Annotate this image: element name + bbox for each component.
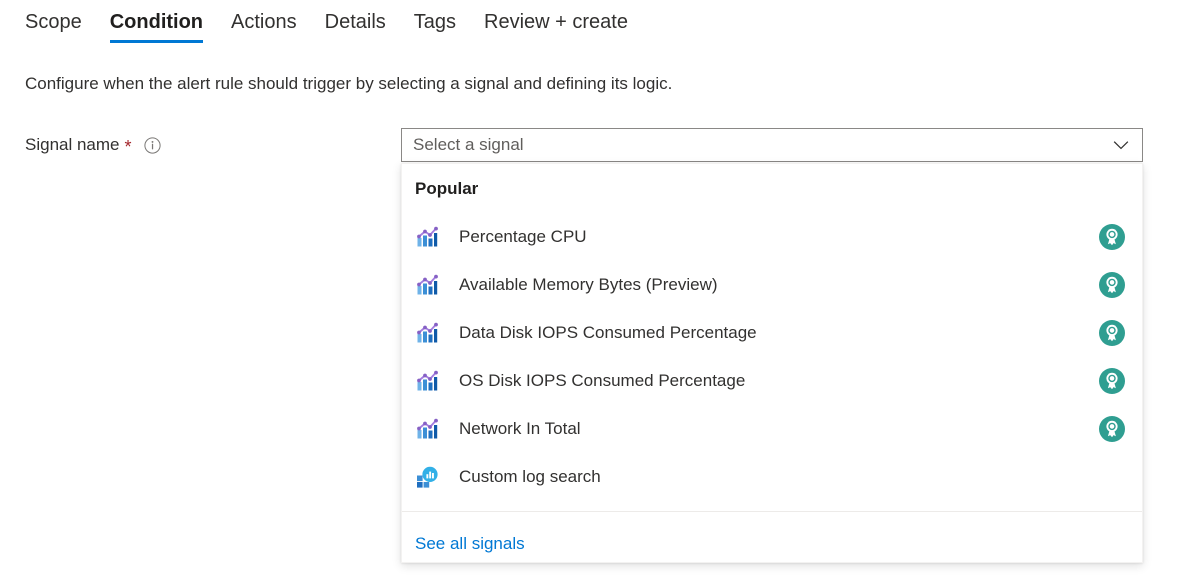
metric-chart-icon — [415, 369, 439, 393]
tab-label: Condition — [109, 11, 204, 33]
list-item[interactable]: Data Disk IOPS Consumed Percentage — [402, 309, 1142, 357]
tab-label: Tags — [413, 11, 457, 33]
list-item-label: Percentage CPU — [459, 227, 587, 246]
popular-award-badge-icon — [1099, 224, 1125, 250]
tab-scope[interactable]: Scope — [25, 0, 96, 47]
list-item-label: Available Memory Bytes (Preview) — [459, 275, 718, 294]
popular-award-badge-icon — [1099, 416, 1125, 442]
page-description: Configure when the alert rule should tri… — [25, 74, 673, 93]
tab-actions[interactable]: Actions — [217, 0, 311, 47]
metric-chart-icon — [415, 417, 439, 441]
metric-chart-icon — [415, 321, 439, 345]
see-all-signals-link[interactable]: See all signals — [402, 512, 525, 556]
tab-label: Actions — [231, 11, 297, 33]
tab-label: Details — [324, 11, 386, 33]
dropdown-group-header: Popular — [415, 179, 479, 198]
tab-label: Review + create — [484, 11, 628, 33]
tab-review-create[interactable]: Review + create — [470, 0, 642, 47]
signal-dropdown-panel: Popular Percentage CPU Available Memory … — [401, 163, 1143, 563]
list-item-label: Custom log search — [459, 467, 601, 486]
field-label-text: Signal name — [25, 135, 120, 154]
list-item[interactable]: Available Memory Bytes (Preview) — [402, 261, 1142, 309]
chevron-down-icon[interactable] — [1100, 129, 1142, 161]
list-item-label: Network In Total — [459, 419, 581, 438]
signal-name-label: Signal name * — [25, 133, 161, 157]
metric-chart-icon — [415, 273, 439, 297]
list-item[interactable]: Percentage CPU — [402, 213, 1142, 261]
log-search-icon — [415, 465, 439, 489]
list-item-label: Data Disk IOPS Consumed Percentage — [459, 323, 757, 342]
info-circle-icon[interactable] — [143, 136, 161, 154]
signal-name-input[interactable]: Select a signal — [402, 134, 1100, 156]
metric-chart-icon — [415, 225, 439, 249]
wizard-tabbar: Scope Condition Actions Details Tags Rev… — [0, 0, 1180, 50]
required-asterisk: * — [124, 137, 132, 157]
popular-award-badge-icon — [1099, 320, 1125, 346]
signal-name-combobox[interactable]: Select a signal — [401, 128, 1143, 162]
signal-option-list: Percentage CPU Available Memory Bytes (P… — [402, 213, 1142, 501]
list-item[interactable]: Network In Total — [402, 405, 1142, 453]
popular-award-badge-icon — [1099, 368, 1125, 394]
tab-details[interactable]: Details — [311, 0, 400, 47]
alert-rule-condition-page: Scope Condition Actions Details Tags Rev… — [0, 0, 1180, 582]
tab-label: Scope — [25, 11, 82, 33]
tab-tags[interactable]: Tags — [400, 0, 470, 47]
list-item[interactable]: Custom log search — [402, 453, 1142, 501]
list-item-label: OS Disk IOPS Consumed Percentage — [459, 371, 746, 390]
popular-award-badge-icon — [1099, 272, 1125, 298]
list-item[interactable]: OS Disk IOPS Consumed Percentage — [402, 357, 1142, 405]
tab-condition[interactable]: Condition — [96, 0, 217, 47]
